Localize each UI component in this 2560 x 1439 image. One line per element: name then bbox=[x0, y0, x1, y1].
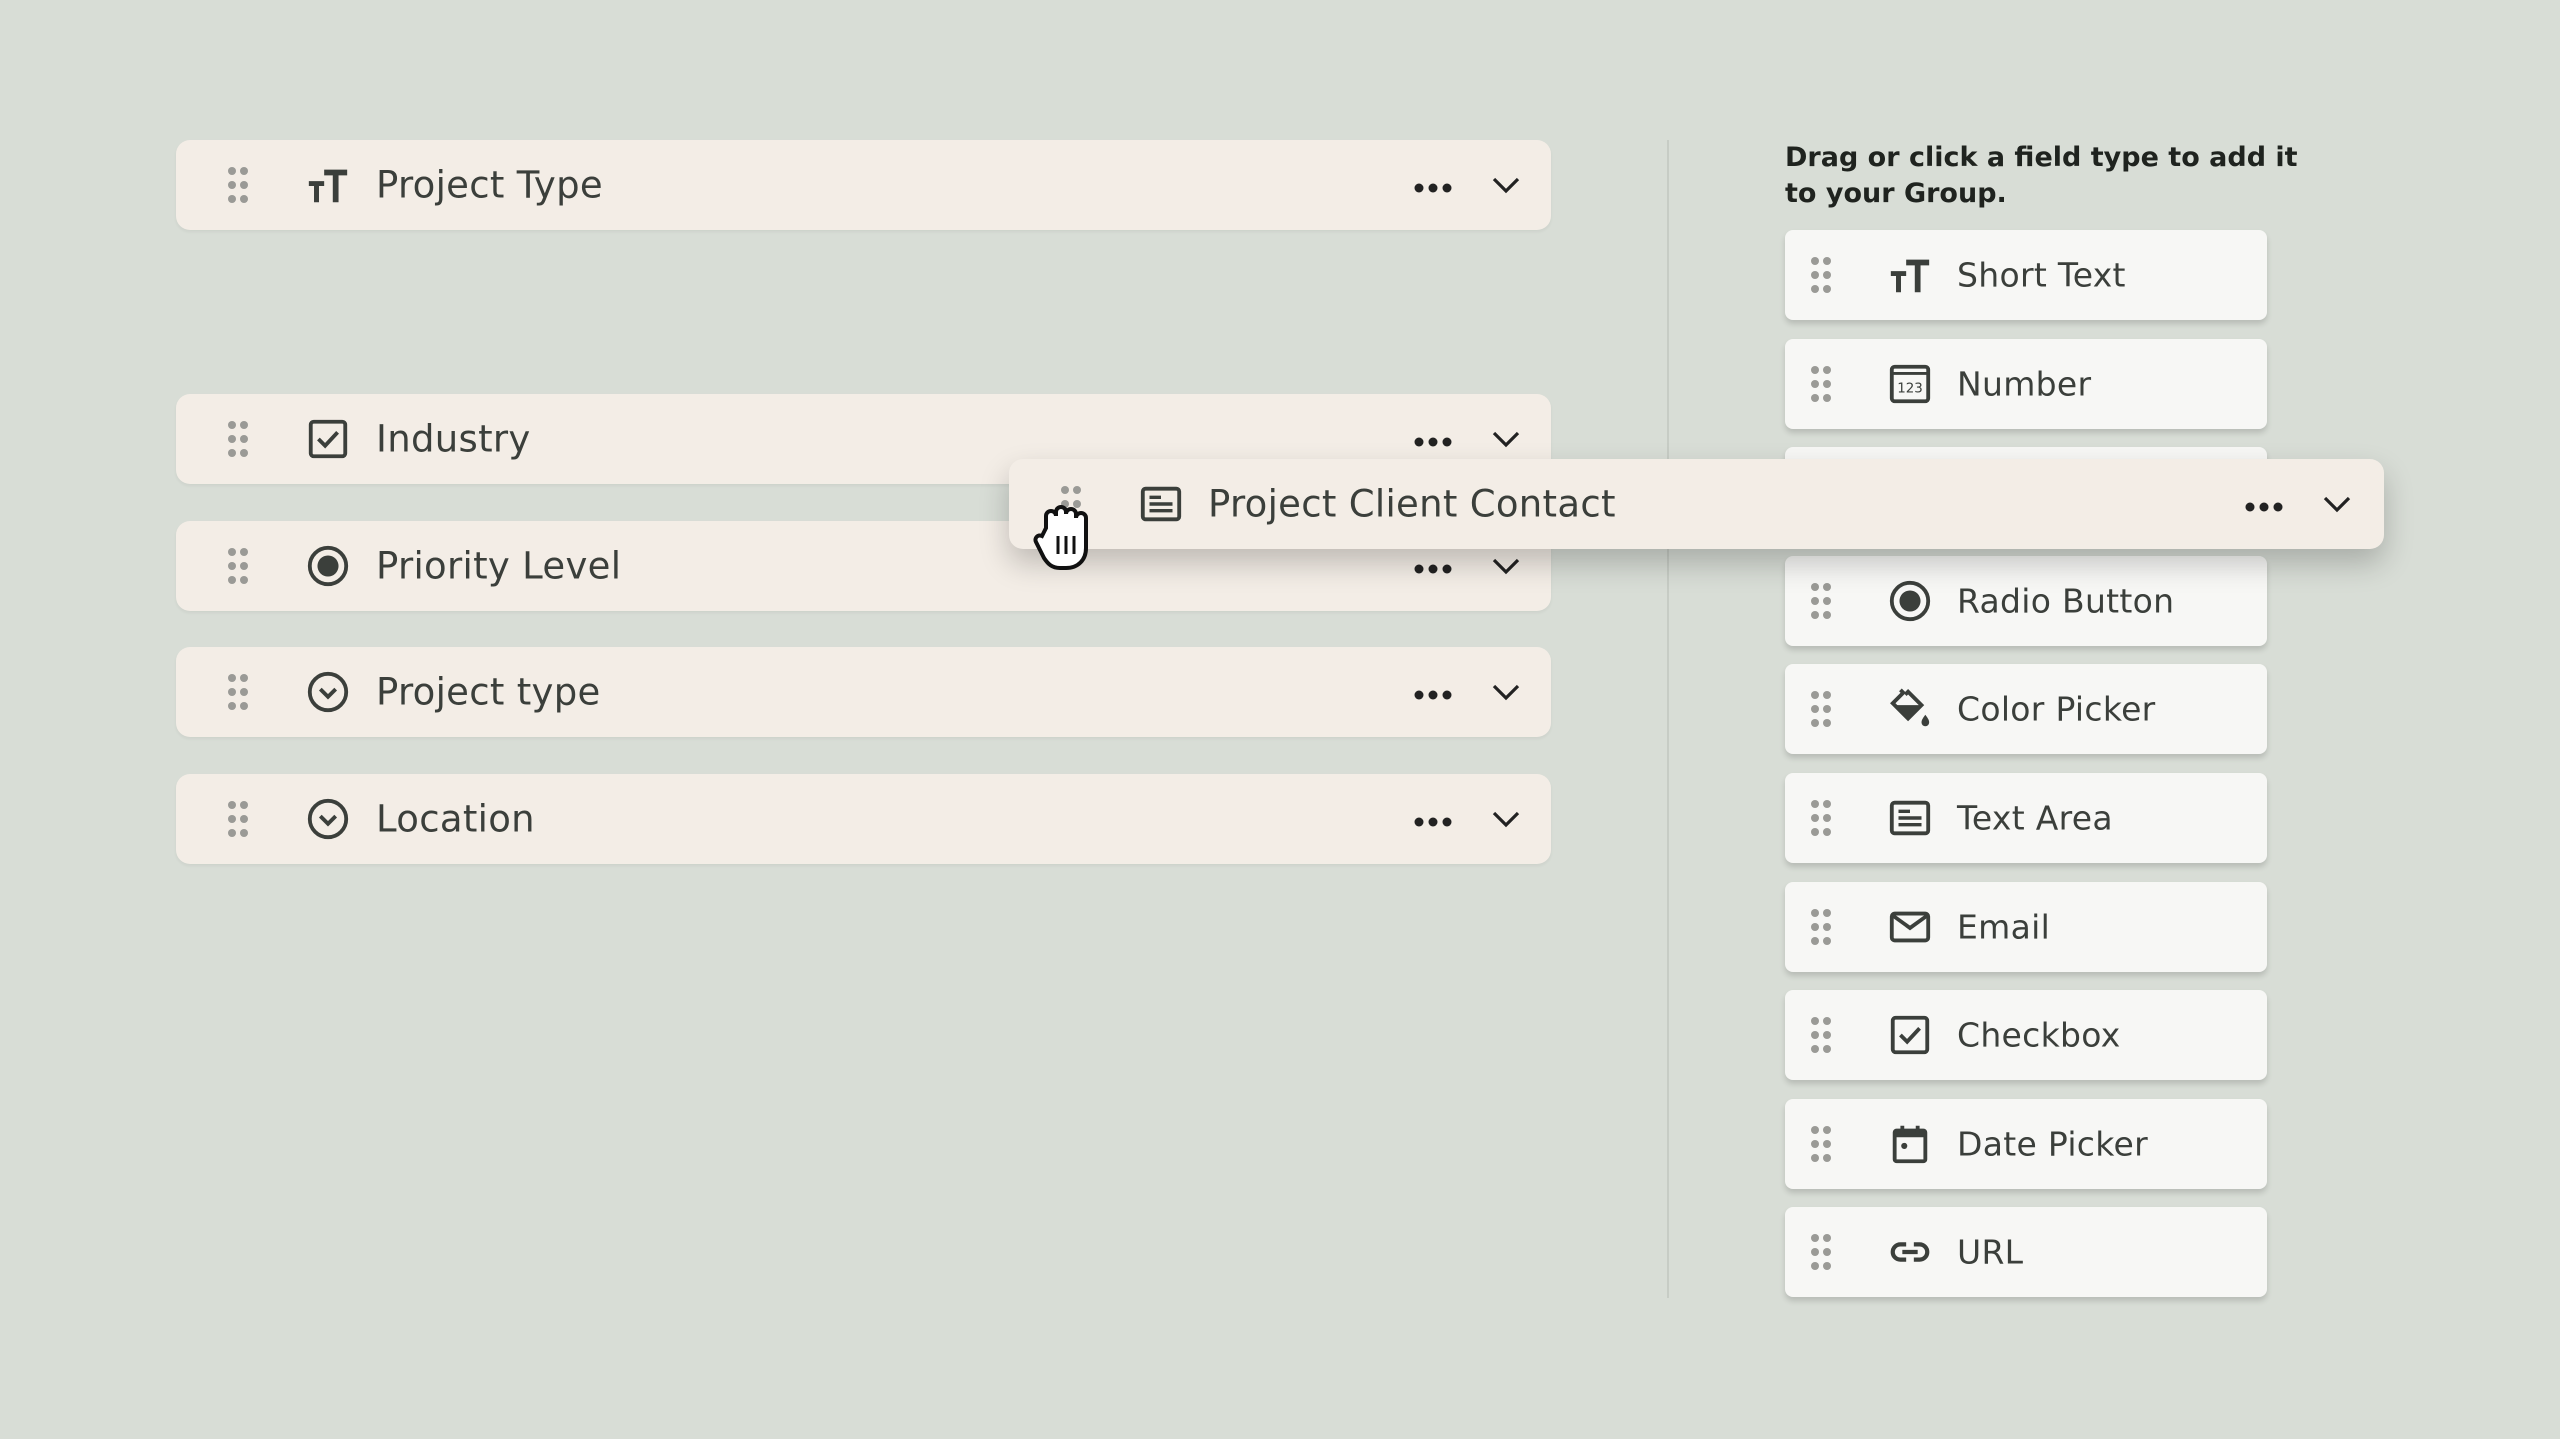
expand-chevron-button[interactable] bbox=[1491, 809, 1521, 829]
number-icon: 123 bbox=[1887, 361, 1933, 407]
panel-divider bbox=[1667, 140, 1669, 1298]
field-label: Color Picker bbox=[1957, 689, 2156, 729]
expand-chevron-button[interactable] bbox=[1491, 175, 1521, 195]
text-type-icon bbox=[1887, 252, 1933, 298]
palette-hint: Drag or click a field type to add it to … bbox=[1785, 142, 2298, 209]
dropdown-icon bbox=[305, 669, 351, 715]
more-options-button[interactable] bbox=[2244, 498, 2284, 512]
drag-handle-icon[interactable] bbox=[1809, 1232, 1833, 1272]
text-type-icon bbox=[305, 162, 351, 208]
radio-icon bbox=[305, 543, 351, 589]
more-options-button[interactable] bbox=[1413, 560, 1453, 574]
field-label: Text Area bbox=[1957, 798, 2113, 838]
dropdown-icon bbox=[305, 796, 351, 842]
drag-handle-icon[interactable] bbox=[1809, 364, 1833, 404]
checkbox-icon bbox=[305, 416, 351, 462]
field-label: Checkbox bbox=[1957, 1015, 2121, 1055]
field-type-card[interactable]: Email bbox=[1785, 882, 2267, 972]
svg-text:123: 123 bbox=[1897, 382, 1923, 397]
drag-handle-icon[interactable] bbox=[1809, 1124, 1833, 1164]
drag-handle-icon[interactable] bbox=[1809, 581, 1833, 621]
field-type-card[interactable]: Checkbox bbox=[1785, 990, 2267, 1080]
checkbox-icon bbox=[1887, 1012, 1933, 1058]
group-field-row[interactable]: Location bbox=[176, 774, 1551, 864]
drag-handle-icon[interactable] bbox=[226, 672, 250, 712]
group-field-row[interactable]: Project type bbox=[176, 647, 1551, 737]
more-options-button[interactable] bbox=[1413, 179, 1453, 193]
expand-chevron-button[interactable] bbox=[2322, 494, 2352, 514]
expand-chevron-button[interactable] bbox=[1491, 429, 1521, 449]
field-type-card[interactable]: Text Area bbox=[1785, 773, 2267, 863]
drag-handle-icon[interactable] bbox=[1809, 255, 1833, 295]
field-label: Email bbox=[1957, 907, 2051, 947]
drag-handle-icon[interactable] bbox=[226, 546, 250, 586]
field-label: Radio Button bbox=[1957, 581, 2175, 621]
field-label: Location bbox=[376, 797, 535, 841]
email-icon bbox=[1887, 904, 1933, 950]
link-icon bbox=[1887, 1229, 1933, 1275]
dragging-field-row[interactable]: Project Client Contact bbox=[1009, 459, 2384, 549]
text-area-icon bbox=[1138, 481, 1184, 527]
field-type-card[interactable]: Radio Button bbox=[1785, 556, 2267, 646]
field-label: Industry bbox=[376, 417, 531, 461]
field-label: Number bbox=[1957, 364, 2092, 404]
field-type-card[interactable]: Color Picker bbox=[1785, 664, 2267, 754]
more-options-button[interactable] bbox=[1413, 686, 1453, 700]
color-picker-icon bbox=[1887, 686, 1933, 732]
drag-handle-icon[interactable] bbox=[1809, 907, 1833, 947]
field-type-card[interactable]: 123 Number bbox=[1785, 339, 2267, 429]
drag-handle-icon[interactable] bbox=[1809, 689, 1833, 729]
group-field-row[interactable]: Project Type bbox=[176, 140, 1551, 230]
field-label: Priority Level bbox=[376, 544, 622, 588]
field-label: URL bbox=[1957, 1232, 2024, 1272]
radio-icon bbox=[1887, 578, 1933, 624]
field-label: Date Picker bbox=[1957, 1124, 2148, 1164]
field-label: Short Text bbox=[1957, 255, 2126, 295]
grab-cursor-icon bbox=[1033, 505, 1088, 570]
drag-handle-icon[interactable] bbox=[1809, 798, 1833, 838]
field-type-card[interactable]: Short Text bbox=[1785, 230, 2267, 320]
more-options-button[interactable] bbox=[1413, 433, 1453, 447]
expand-chevron-button[interactable] bbox=[1491, 682, 1521, 702]
field-label: Project type bbox=[376, 670, 601, 714]
expand-chevron-button[interactable] bbox=[1491, 556, 1521, 576]
calendar-icon bbox=[1887, 1121, 1933, 1167]
drag-handle-icon[interactable] bbox=[226, 799, 250, 839]
text-area-icon bbox=[1887, 795, 1933, 841]
drag-handle-icon[interactable] bbox=[226, 419, 250, 459]
field-label: Project Type bbox=[376, 163, 603, 207]
drag-handle-icon[interactable] bbox=[226, 165, 250, 205]
field-type-card[interactable]: URL bbox=[1785, 1207, 2267, 1297]
drag-handle-icon[interactable] bbox=[1809, 1015, 1833, 1055]
field-label: Project Client Contact bbox=[1208, 482, 1616, 526]
field-type-card[interactable]: Date Picker bbox=[1785, 1099, 2267, 1189]
more-options-button[interactable] bbox=[1413, 813, 1453, 827]
